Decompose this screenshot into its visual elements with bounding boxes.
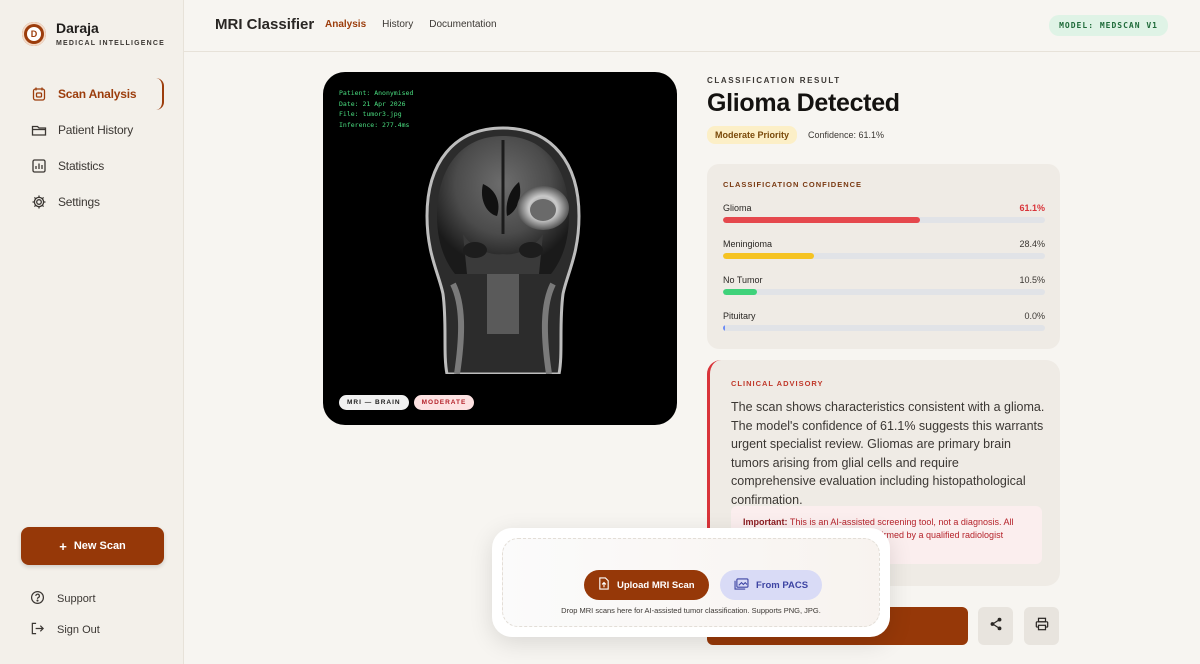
sidebar-item-label: Patient History (58, 123, 134, 137)
upload-mri-label: Upload MRI Scan (617, 579, 695, 591)
confidence-label: Meningioma (723, 239, 773, 249)
sidebar-nav: Scan Analysis Patient History Statistics… (22, 78, 164, 222)
brand-logo-letter: D (26, 25, 42, 42)
brand-logo: D (22, 21, 46, 46)
brand-subtitle: MEDICAL INTELLIGENCE (56, 40, 166, 47)
scan-meta-date: Date: 21 Apr 2026 (339, 99, 406, 108)
print-icon (1035, 617, 1049, 636)
sidebar-bottom-links: Support Sign Out (30, 589, 100, 651)
confidence-value: 0.0% (1024, 311, 1045, 321)
confidence-fill (723, 253, 815, 259)
confidence-label: No Tumor (723, 275, 763, 285)
brand[interactable]: D Daraja MEDICAL INTELLIGENCE (22, 20, 165, 47)
confidence-fill (723, 289, 757, 295)
confidence-text: Confidence: 61.1% (808, 130, 885, 140)
upload-mri-button[interactable]: Upload MRI Scan (584, 570, 709, 600)
sidebar-item-label: Settings (58, 195, 100, 209)
advisory-heading: CLINICAL ADVISORY (731, 379, 824, 388)
confidence-label: Pituitary (723, 311, 756, 321)
severity-tag: MODERATE (413, 395, 475, 410)
support-link[interactable]: Support (30, 589, 100, 609)
confidence-track (723, 217, 1045, 223)
confidence-row-meningioma: Meningioma 28.4% (723, 239, 1045, 267)
confidence-panel-heading: CLASSIFICATION CONFIDENCE (723, 180, 863, 189)
sign-out-link[interactable]: Sign Out (30, 620, 100, 640)
from-pacs-label: From PACS (756, 579, 809, 591)
confidence-row-no-tumor: No Tumor 10.5% (723, 275, 1045, 303)
sidebar-item-label: Scan Analysis (58, 87, 137, 101)
help-icon (30, 590, 45, 608)
top-nav: Analysis History Documentation (325, 19, 497, 30)
scan-tags: MRI — BRAIN MODERATE (339, 395, 475, 410)
brand-name: Daraja (56, 20, 99, 36)
disclaimer-text: This is an AI-assisted screening tool, n… (789, 517, 1014, 527)
sidebar-item-settings[interactable]: Settings (22, 186, 164, 218)
confidence-fill (723, 217, 920, 223)
scan-meta-file: File: tumor3.jpg (339, 110, 402, 118)
new-scan-button[interactable]: + New Scan (21, 527, 164, 565)
app-title: MRI Classifier (215, 16, 315, 33)
confidence-row-pituitary: Pituitary 0.0% (723, 311, 1045, 339)
confidence-fill (723, 325, 725, 331)
share-icon (989, 617, 1003, 636)
sign-out-label: Sign Out (57, 624, 100, 636)
result-label: CLASSIFICATION RESULT (707, 76, 841, 85)
model-badge: MODEL: MEDSCAN V1 (1049, 15, 1168, 36)
disclaimer-label: Important: (743, 517, 788, 527)
upload-dropzone[interactable]: Upload MRI Scan From PACS Drop MRI scans… (492, 528, 890, 637)
dropzone-area[interactable]: Upload MRI Scan From PACS Drop MRI scans… (502, 538, 880, 627)
sidebar-item-patient-history[interactable]: Patient History (22, 114, 164, 146)
pacs-folder-icon (734, 577, 749, 593)
advisory-text: The scan shows characteristics consisten… (731, 400, 1045, 507)
calendar-scan-icon (31, 86, 47, 102)
scan-meta-patient: Patient: Anonymised (339, 89, 414, 97)
print-button[interactable] (1024, 607, 1059, 645)
confidence-value: 10.5% (1019, 275, 1045, 285)
topbar: MRI Classifier Analysis History Document… (184, 0, 1200, 52)
upload-hint: Drop MRI scans here for AI-assisted tumo… (561, 606, 821, 615)
confidence-label: Glioma (723, 203, 752, 213)
plus-icon: + (59, 538, 67, 554)
folder-icon (31, 122, 47, 138)
tab-analysis[interactable]: Analysis (325, 19, 366, 30)
sidebar-item-statistics[interactable]: Statistics (22, 150, 164, 182)
scan-meta-inference: Inference: 277.4ms (339, 120, 410, 129)
tab-documentation[interactable]: Documentation (429, 19, 496, 30)
share-button[interactable] (978, 607, 1013, 645)
confidence-value: 61.1% (1019, 203, 1045, 213)
sign-out-icon (30, 621, 45, 639)
gear-icon (31, 194, 47, 210)
confidence-track (723, 325, 1045, 331)
mri-brain-image (425, 126, 581, 374)
from-pacs-button[interactable]: From PACS (720, 570, 823, 600)
modality-tag: MRI — BRAIN (339, 395, 409, 410)
support-label: Support (57, 593, 96, 605)
file-upload-icon (598, 577, 610, 593)
scan-metadata: Patient: Anonymised Date: 21 Apr 2026 Fi… (339, 88, 413, 130)
mri-scan-viewer[interactable]: Patient: Anonymised Date: 21 Apr 2026 Fi… (323, 72, 677, 425)
tab-history[interactable]: History (382, 19, 413, 30)
confidence-value: 28.4% (1019, 239, 1045, 249)
sidebar: D Daraja MEDICAL INTELLIGENCE Scan Analy… (0, 0, 184, 664)
result-title: Glioma Detected (707, 89, 900, 117)
confidence-row-glioma: Glioma 61.1% (723, 203, 1045, 231)
new-scan-label: New Scan (73, 540, 126, 552)
confidence-panel: CLASSIFICATION CONFIDENCE Glioma 61.1% M… (707, 164, 1060, 349)
priority-badge: Moderate Priority (707, 126, 798, 144)
confidence-track (723, 253, 1045, 259)
sidebar-item-label: Statistics (58, 159, 105, 173)
sidebar-item-scan-analysis[interactable]: Scan Analysis (22, 78, 164, 110)
confidence-track (723, 289, 1045, 295)
chart-icon (31, 158, 47, 174)
